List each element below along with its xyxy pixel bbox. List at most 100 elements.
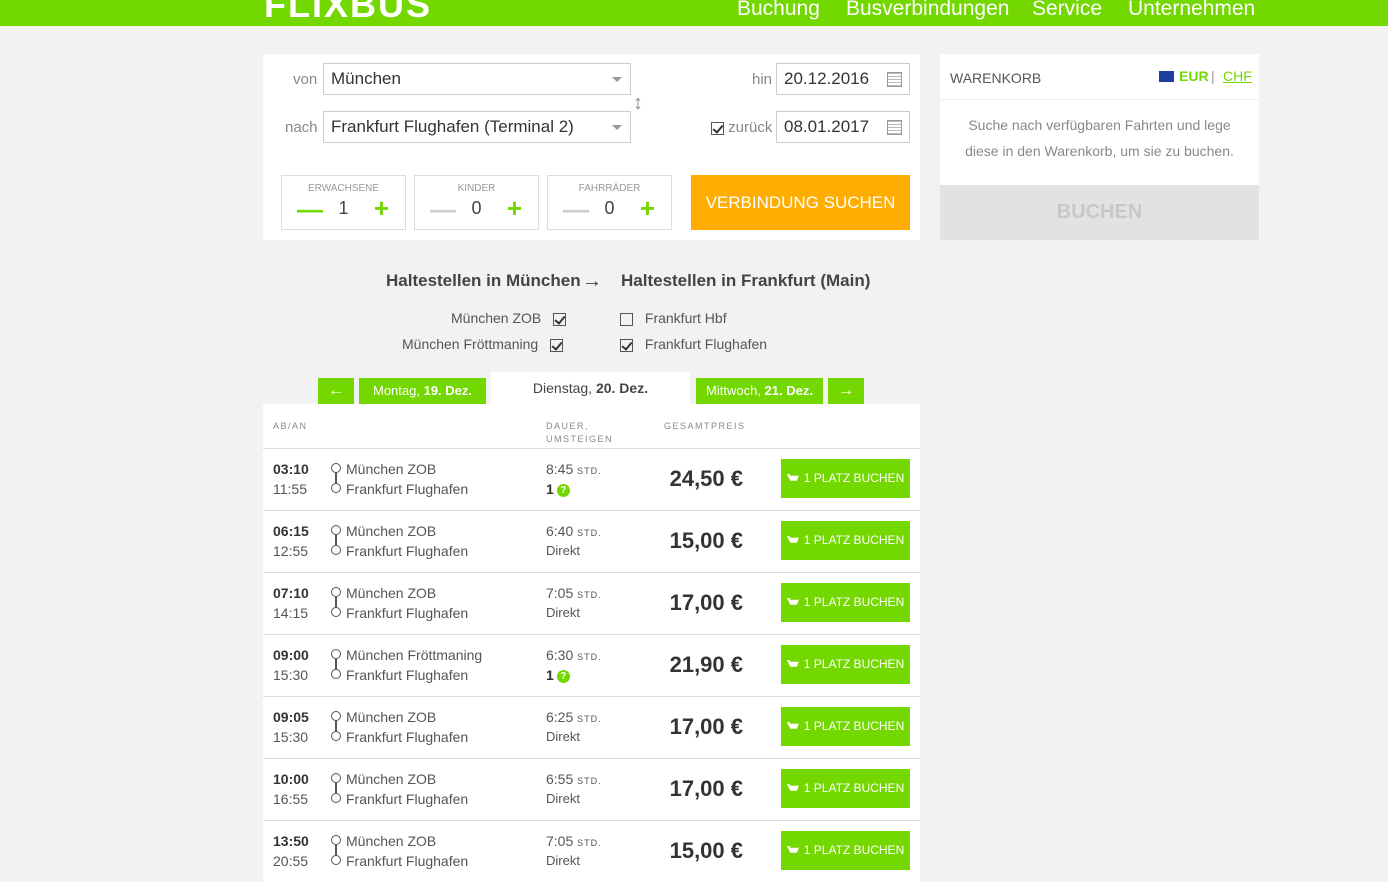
- cart-title: WARENKORB: [950, 70, 1042, 86]
- tab-day-label: Dienstag,: [532, 380, 593, 396]
- stop-checkbox[interactable]: [553, 312, 567, 326]
- to-value: Frankfurt Flughafen (Terminal 2): [331, 117, 574, 136]
- changes-value: Direkt: [546, 853, 580, 868]
- help-question-icon[interactable]: ?: [556, 484, 570, 497]
- route-line-icon: [331, 649, 341, 683]
- arrival-stop: Frankfurt Flughafen: [346, 791, 469, 807]
- search-connection-button[interactable]: VERBINDUNG SUCHEN: [691, 175, 910, 230]
- table-row: 06:15 12:55 München ZOB Frankfurt Flugha…: [263, 510, 920, 572]
- book-seat-button[interactable]: 1 PLATZ BUCHEN: [781, 459, 910, 498]
- stop-checkbox[interactable]: [620, 312, 633, 326]
- adults-counter: ERWACHSENE — 1 +: [281, 175, 406, 230]
- currency-chf[interactable]: CHF: [1223, 68, 1252, 84]
- departure-stop: München ZOB: [346, 461, 437, 477]
- departure-time: 09:05: [273, 709, 309, 725]
- stop-checkbox[interactable]: [550, 338, 564, 352]
- book-seat-button[interactable]: 1 PLATZ BUCHEN: [781, 769, 910, 808]
- return-date-field[interactable]: 08.01.2017: [776, 111, 910, 143]
- chevron-down-icon: [612, 125, 622, 130]
- table-row: 03:10 11:55 München ZOB Frankfurt Flugha…: [263, 448, 920, 510]
- to-stops-heading: Haltestellen in Frankfurt (Main): [621, 271, 871, 290]
- route-dot: [331, 607, 341, 617]
- changes: 1?: [546, 667, 570, 683]
- departure-stop: München ZOB: [346, 585, 437, 601]
- return-label: zurück: [728, 119, 773, 136]
- stop-filter-muenchen-zob[interactable]: München ZOB: [451, 310, 567, 326]
- book-seat-button[interactable]: 1 PLATZ BUCHEN: [781, 645, 910, 684]
- duration-unit: STD.: [577, 590, 602, 600]
- stop-filter-frankfurt-hbf[interactable]: Frankfurt Hbf: [620, 310, 727, 326]
- duration: 7:05 STD.: [546, 833, 602, 849]
- chevron-down-icon: [612, 77, 622, 82]
- book-seat-button[interactable]: 1 PLATZ BUCHEN: [781, 583, 910, 622]
- nav-buchung[interactable]: Buchung: [737, 0, 820, 21]
- arrival-time: 11:55: [273, 481, 307, 497]
- arrival-time: 12:55: [273, 543, 309, 559]
- departure-stop: München Fröttmaning: [346, 647, 483, 663]
- book-seat-button[interactable]: 1 PLATZ BUCHEN: [781, 831, 910, 870]
- arrival-stop: Frankfurt Flughafen: [346, 729, 469, 745]
- nav-service[interactable]: Service: [1032, 0, 1102, 21]
- stop-filter-frankfurt-flughafen[interactable]: Frankfurt Flughafen: [620, 336, 767, 352]
- to-label: nach: [285, 119, 318, 136]
- return-date-value: 08.01.2017: [784, 117, 870, 136]
- tab-current-day[interactable]: Dienstag, 20. Dez.: [491, 372, 690, 404]
- results-table: AB/AN DAUER, UMSTEIGEN GESAMTPREIS 03:10…: [263, 404, 920, 882]
- arrival-time: 16:55: [273, 791, 309, 807]
- duration-value: 6:55: [546, 771, 574, 787]
- book-seat-button[interactable]: 1 PLATZ BUCHEN: [781, 707, 910, 746]
- swap-icon[interactable]: ↕: [633, 92, 643, 115]
- to-select[interactable]: Frankfurt Flughafen (Terminal 2): [323, 111, 631, 143]
- tab-next-day[interactable]: Mittwoch, 21. Dez.: [696, 378, 823, 404]
- next-day-arrow-button[interactable]: →: [828, 378, 864, 404]
- children-plus-button[interactable]: +: [507, 195, 522, 221]
- tab-date-label: 20. Dez.: [595, 380, 649, 396]
- adults-plus-button[interactable]: +: [374, 195, 389, 221]
- route-dot: [331, 855, 341, 865]
- arrival-time: 20:55: [273, 853, 309, 869]
- duration: 8:45 STD.: [546, 461, 602, 477]
- bikes-plus-button[interactable]: +: [640, 195, 655, 221]
- from-select[interactable]: München: [323, 63, 631, 95]
- book-seat-label: 1 PLATZ BUCHEN: [803, 595, 905, 609]
- duration: 6:40 STD.: [546, 523, 602, 539]
- cart-icon: [786, 722, 799, 729]
- book-seat-label: 1 PLATZ BUCHEN: [803, 657, 905, 671]
- outbound-date-value: 20.12.2016: [784, 69, 870, 88]
- arrival-stop: Frankfurt Flughafen: [346, 543, 469, 559]
- prev-day-arrow-button[interactable]: ←: [318, 378, 354, 404]
- cart-icon: [786, 536, 799, 543]
- table-row: 09:00 15:30 München Fröttmaning Frankfur…: [263, 634, 920, 696]
- outbound-date-field[interactable]: 20.12.2016: [776, 63, 910, 95]
- divider: [940, 99, 1259, 100]
- flixbus-logo[interactable]: FLIXBUS: [264, 0, 432, 26]
- book-seat-button[interactable]: 1 PLATZ BUCHEN: [781, 521, 910, 560]
- changes-value: Direkt: [546, 791, 580, 806]
- cart-icon: [786, 598, 799, 605]
- duration-value: 6:25: [546, 709, 574, 725]
- help-question-icon[interactable]: ?: [556, 670, 570, 683]
- calendar-icon[interactable]: [887, 72, 902, 87]
- tab-day-label: Mittwoch,: [706, 383, 761, 398]
- book-seat-label: 1 PLATZ BUCHEN: [803, 533, 905, 547]
- stop-checkbox[interactable]: [620, 338, 633, 352]
- tab-prev-day[interactable]: Montag, 19. Dez.: [359, 378, 486, 404]
- top-bar: FLIXBUS Buchung Busverbindungen Service …: [0, 0, 1388, 26]
- currency-eur[interactable]: EUR: [1179, 68, 1209, 84]
- arrival-stop: Frankfurt Flughafen: [346, 853, 469, 869]
- return-checkbox[interactable]: [711, 121, 724, 135]
- cart-book-button[interactable]: BUCHEN: [940, 185, 1259, 240]
- stop-label: München ZOB: [451, 310, 542, 326]
- total-price: 15,00 €: [669, 528, 743, 553]
- total-price: 17,00 €: [669, 590, 743, 615]
- nav-unternehmen[interactable]: Unternehmen: [1128, 0, 1255, 21]
- book-seat-label: 1 PLATZ BUCHEN: [803, 471, 905, 485]
- duration-unit: STD.: [577, 466, 602, 476]
- route-line-icon: [331, 835, 341, 869]
- stop-filter-muenchen-froettmaning[interactable]: München Fröttmaning: [402, 336, 564, 352]
- arrival-stop: Frankfurt Flughafen: [346, 667, 469, 683]
- calendar-icon[interactable]: [887, 120, 902, 135]
- nav-busverbindungen[interactable]: Busverbindungen: [846, 0, 1009, 21]
- cart-icon: [786, 474, 799, 481]
- return-toggle[interactable]: zurück: [711, 119, 772, 136]
